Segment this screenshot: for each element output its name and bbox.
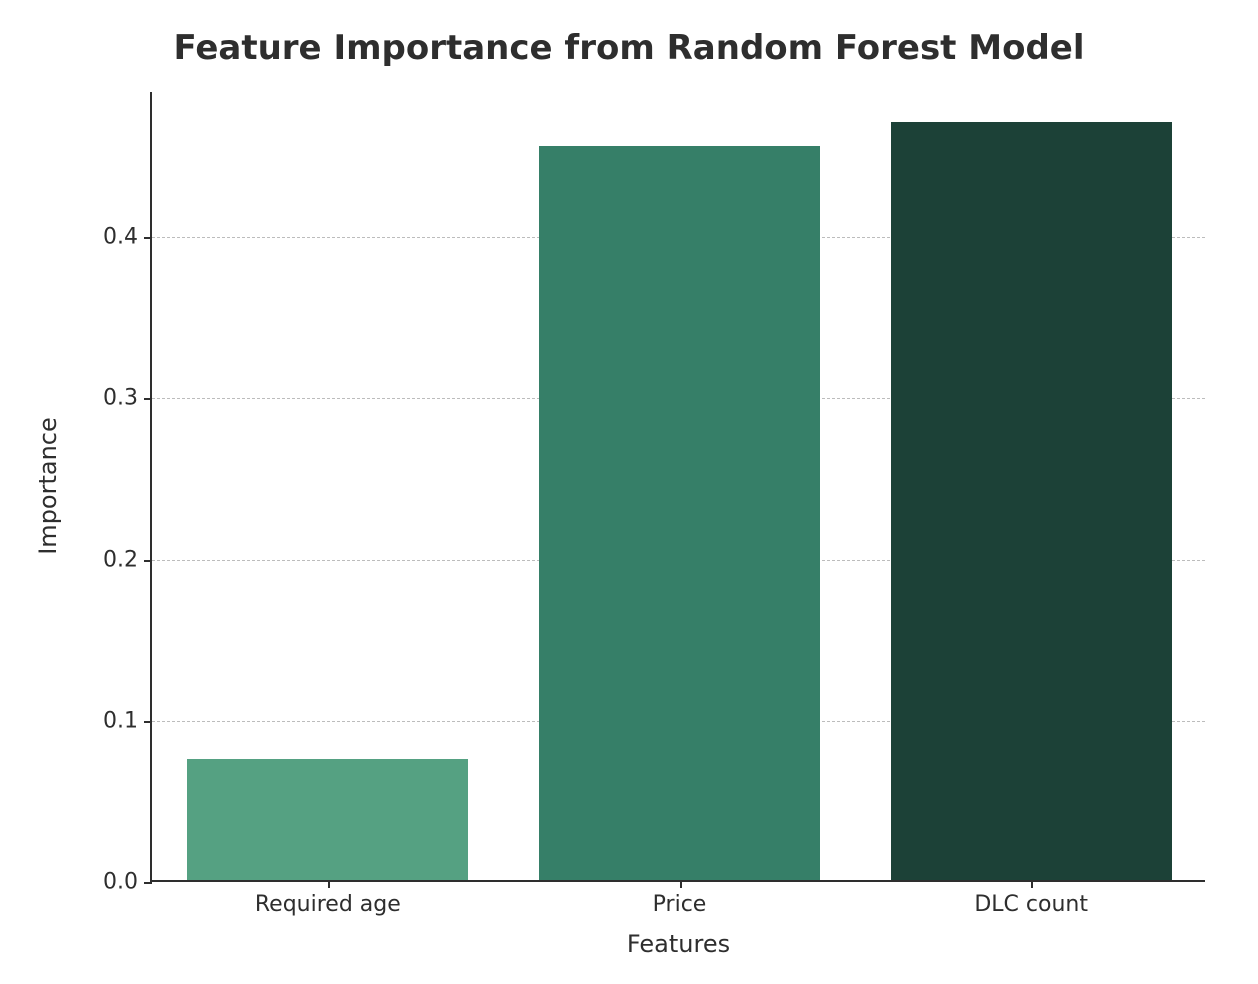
- xtick-label: Required age: [255, 880, 401, 917]
- bar-price: [539, 146, 820, 880]
- ytick-label: 0.4: [103, 225, 152, 250]
- bar-required-age: [187, 759, 468, 880]
- ytick-label: 0.3: [103, 386, 152, 411]
- bar-dlc-count: [891, 122, 1172, 880]
- ytick-label: 0.2: [103, 547, 152, 572]
- ytick-label: 0.1: [103, 708, 152, 733]
- xtick-label: DLC count: [974, 880, 1088, 917]
- ytick-label: 0.0: [103, 870, 152, 895]
- feature-importance-chart: Feature Importance from Random Forest Mo…: [0, 0, 1258, 984]
- plot-area: Importance Features 0.00.10.20.30.4Requi…: [150, 92, 1205, 882]
- xtick-label: Price: [653, 880, 707, 917]
- y-axis-label: Importance: [34, 417, 62, 555]
- chart-title: Feature Importance from Random Forest Mo…: [0, 28, 1258, 68]
